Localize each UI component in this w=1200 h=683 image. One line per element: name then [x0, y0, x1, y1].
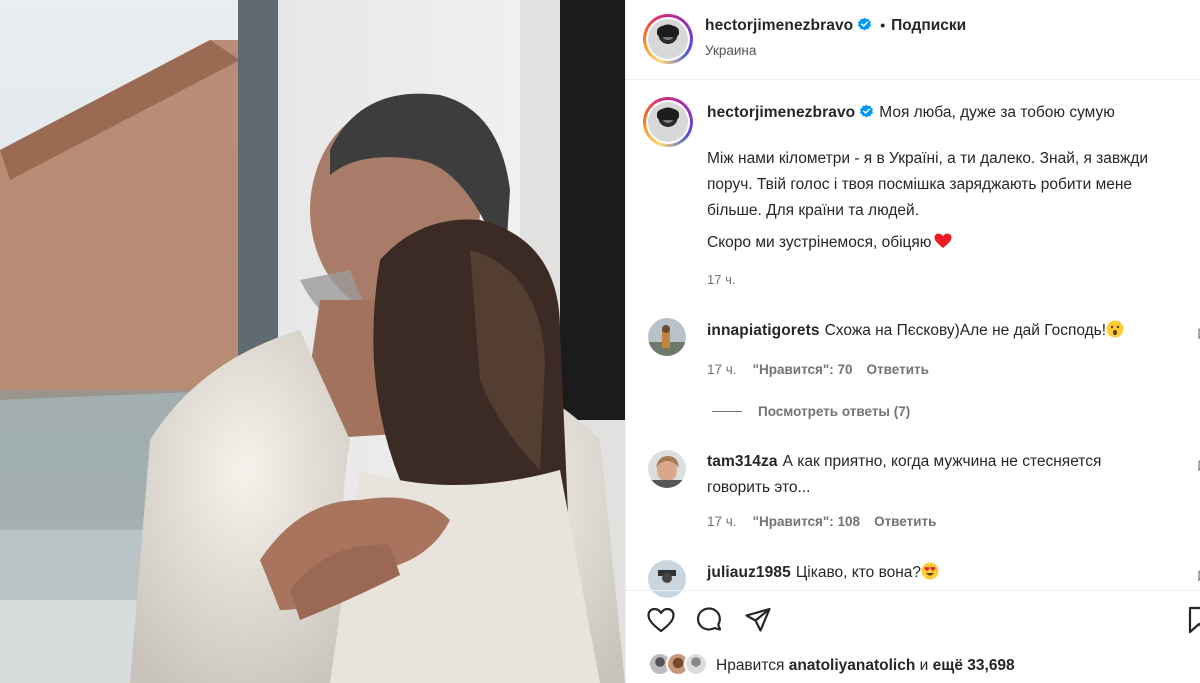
caption-timestamp[interactable]: 17 ч.: [707, 272, 735, 287]
comment-username[interactable]: juliauz1985: [707, 564, 791, 581]
likes-prefix: Нравится: [716, 657, 785, 674]
comment-like-heart-icon[interactable]: [1193, 458, 1200, 472]
header-user-line: hectorjimenezbravo • Подписки: [705, 17, 966, 35]
likes-username[interactable]: anatoliyanatolich: [789, 657, 916, 674]
commenter-avatar[interactable]: [648, 318, 686, 356]
share-send-icon[interactable]: [743, 605, 773, 635]
caption-paragraph-closing: Скоро ми зустрінемося, обіцяю: [707, 230, 1187, 256]
following-button[interactable]: Подписки: [891, 17, 966, 34]
comment-body: Схожа на Пєскову)Але не дай Господь!: [824, 322, 1107, 339]
separator-dot: •: [880, 17, 886, 33]
liker-avatar[interactable]: [684, 652, 708, 676]
comment-likes[interactable]: "Нравится": 108: [753, 514, 861, 529]
comment-timestamp[interactable]: 17 ч.: [707, 362, 737, 377]
caption-first-text: Моя люба, дуже за тобою сумую: [879, 104, 1115, 121]
author-username[interactable]: hectorjimenezbravo: [705, 17, 853, 34]
caption-paragraph: Між нами кілометри - я в Україні, а ти д…: [707, 150, 1149, 219]
commenter-avatar[interactable]: [648, 450, 686, 488]
comment-username[interactable]: tam314za: [707, 453, 778, 470]
comment-text: innapiatigorets Схожа на Пєскову)Але не д…: [707, 318, 1167, 344]
reply-button[interactable]: Ответить: [874, 514, 936, 529]
comment-bubble-icon[interactable]: [694, 605, 724, 635]
comment-like-heart-icon[interactable]: [1193, 326, 1200, 340]
comment-meta: 17 ч. "Нравится": 108 Ответить: [707, 514, 936, 529]
caption-first-line: hectorjimenezbravo Моя люба, дуже за тобо…: [707, 104, 1115, 122]
reply-button[interactable]: Ответить: [867, 362, 929, 377]
likes-conjunction: и: [919, 657, 929, 674]
post-location[interactable]: Украина: [705, 43, 756, 58]
comment-body: Цікаво, кто вона?: [795, 564, 922, 581]
post-actions-bar: Нравится anatoliyanatolich и ещё 33,698: [626, 590, 1200, 683]
likes-count[interactable]: ещё 33,698: [933, 657, 1015, 674]
comment-text: juliauz1985 Цікаво, кто вона?: [707, 560, 1167, 586]
comment-like-heart-icon[interactable]: [1193, 568, 1200, 582]
replies-divider-line: [712, 411, 742, 412]
astonished-face-emoji-icon: [1106, 320, 1124, 338]
caption-username[interactable]: hectorjimenezbravo: [707, 104, 855, 121]
post-photo[interactable]: [0, 0, 625, 683]
caption-author-avatar[interactable]: [643, 97, 693, 147]
view-replies-label: Посмотреть ответы (7): [758, 404, 911, 419]
instagram-post-view: hectorjimenezbravo • Подписки Украина hect…: [0, 0, 1200, 683]
comment-timestamp[interactable]: 17 ч.: [707, 514, 737, 529]
bookmark-save-icon[interactable]: [1184, 605, 1200, 635]
comment-username[interactable]: innapiatigorets: [707, 322, 820, 339]
verified-badge-icon: [860, 104, 874, 118]
caption-closing-text: Скоро ми зустрінемося, обіцяю: [707, 234, 932, 251]
verified-badge-icon: [858, 17, 872, 31]
comment-text: tam314za А как приятно, когда мужчина не …: [707, 449, 1167, 501]
post-details-panel: hectorjimenezbravo • Подписки Украина hect…: [625, 0, 1200, 683]
author-avatar[interactable]: [643, 14, 693, 64]
likes-summary: Нравится anatoliyanatolich и ещё 33,698: [716, 657, 1015, 675]
comment-meta: 17 ч. "Нравится": 70 Ответить: [707, 362, 929, 377]
heart-eyes-face-emoji-icon: [921, 562, 939, 580]
red-heart-emoji-icon: [934, 233, 952, 248]
post-photo-image: [0, 0, 625, 683]
post-header: hectorjimenezbravo • Подписки Украина: [626, 0, 1200, 80]
heart-like-icon[interactable]: [646, 605, 676, 635]
comment-likes[interactable]: "Нравится": 70: [753, 362, 853, 377]
view-replies-link[interactable]: Посмотреть ответы (7): [712, 404, 910, 419]
